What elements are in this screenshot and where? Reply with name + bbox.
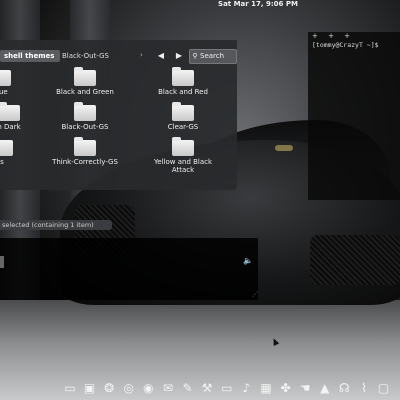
folder-icon bbox=[0, 70, 11, 86]
folder-item[interactable]: Clear-GS bbox=[144, 102, 222, 143]
folder-item[interactable]: n Dark bbox=[0, 102, 48, 143]
folder-label: Blue bbox=[0, 88, 8, 96]
chat-icon[interactable]: ✎ bbox=[180, 380, 196, 396]
volume-icon[interactable]: 🔈 bbox=[243, 256, 255, 266]
terminal-prompt[interactable]: [tommy@CrazyT ~]$ bbox=[312, 41, 379, 49]
folder-label: Black-Out-GS bbox=[61, 123, 109, 131]
clock[interactable]: Sat Mar 17, 9:06 PM bbox=[218, 0, 298, 8]
file-manager-toolbar: shell themes Black-Out-GS › ◀ ▶ ⚲ Search bbox=[0, 48, 237, 64]
folder-label: Black and Green bbox=[56, 88, 114, 96]
folder-item[interactable]: Black and Red bbox=[144, 67, 222, 108]
search-button[interactable]: ⚲ Search bbox=[189, 49, 237, 64]
terminal-window-buttons[interactable]: + + + bbox=[312, 32, 354, 40]
calculator-icon[interactable]: ▦ bbox=[258, 380, 274, 396]
status-bar: selected (containing 1 item) bbox=[0, 220, 112, 230]
search-icon: ⚲ bbox=[192, 52, 198, 60]
flame-icon[interactable]: ❂ bbox=[101, 380, 117, 396]
folder-icon bbox=[74, 102, 96, 121]
wallpaper-car-light bbox=[275, 145, 293, 151]
resize-grip-icon[interactable]: ⋰ bbox=[252, 291, 258, 298]
terminal-icon[interactable]: ▣ bbox=[82, 380, 98, 396]
top-panel: Sat Mar 17, 9:06 PM bbox=[0, 0, 400, 10]
folder-icon bbox=[0, 102, 20, 121]
folder-icon bbox=[172, 67, 194, 86]
folder-item[interactable]: Yellow and Black Attack bbox=[144, 137, 222, 178]
folder-label: Yellow and Black Attack bbox=[153, 158, 213, 174]
wrench-icon[interactable]: ⚒ bbox=[199, 380, 215, 396]
mail-icon[interactable]: ✉ bbox=[160, 380, 176, 396]
search-label: Search bbox=[200, 52, 225, 60]
folder-item[interactable]: Black-Out-GS bbox=[46, 102, 124, 143]
folder-item[interactable]: s bbox=[0, 138, 41, 178]
folder-label: Black and Red bbox=[158, 88, 208, 96]
terminal-window[interactable]: + + + [tommy@CrazyT ~]$ bbox=[308, 32, 400, 200]
folder-icon bbox=[172, 102, 194, 121]
vlc-icon[interactable]: ▲ bbox=[317, 380, 333, 396]
folder-icon bbox=[74, 67, 96, 86]
wallpaper-car-grill bbox=[310, 235, 400, 285]
chrome-icon[interactable]: ◎ bbox=[121, 380, 137, 396]
mic-icon[interactable]: ♪ bbox=[238, 380, 254, 396]
folder-label: s bbox=[0, 158, 4, 166]
folder-item[interactable]: Think-Correctly-GS bbox=[46, 137, 124, 178]
folder-icon bbox=[74, 137, 96, 156]
breadcrumb-chevron-icon[interactable]: › bbox=[140, 51, 143, 59]
activity-icon[interactable]: ⌇ bbox=[356, 380, 372, 396]
files-icon[interactable]: ▭ bbox=[62, 380, 78, 396]
media-panel: 🔈 ⋰ bbox=[0, 238, 258, 300]
folder-label: Think-Correctly-GS bbox=[52, 158, 118, 166]
file-manager-window: shell themes Black-Out-GS › ◀ ▶ ⚲ Search … bbox=[0, 40, 237, 230]
forward-button[interactable]: ▶ bbox=[172, 50, 186, 62]
firefox-icon[interactable]: ◉ bbox=[140, 380, 156, 396]
display-icon[interactable]: ▢ bbox=[376, 380, 392, 396]
folder-icon bbox=[0, 140, 13, 156]
folder-icon bbox=[172, 137, 194, 156]
monitor-icon[interactable]: ▭ bbox=[219, 380, 235, 396]
panel-handle[interactable] bbox=[0, 256, 4, 268]
folder-label: n Dark bbox=[0, 123, 21, 131]
back-button[interactable]: ◀ bbox=[154, 50, 168, 62]
folder-label: Clear-GS bbox=[167, 123, 199, 131]
headphones-icon[interactable]: ☊ bbox=[336, 380, 352, 396]
gnome-icon[interactable]: ✤ bbox=[278, 380, 294, 396]
breadcrumb-shell-themes[interactable]: shell themes bbox=[0, 50, 60, 62]
folder-item[interactable]: Black and Green bbox=[46, 67, 124, 108]
hand-icon[interactable]: ☚ bbox=[297, 380, 313, 396]
breadcrumb-black-out-gs[interactable]: Black-Out-GS bbox=[58, 50, 132, 62]
dock: ▭ ▣ ❂ ◎ ◉ ✉ ✎ ⚒ ▭ ♪ ▦ ✤ ☚ ▲ ☊ ⌇ ▢ bbox=[56, 377, 400, 400]
